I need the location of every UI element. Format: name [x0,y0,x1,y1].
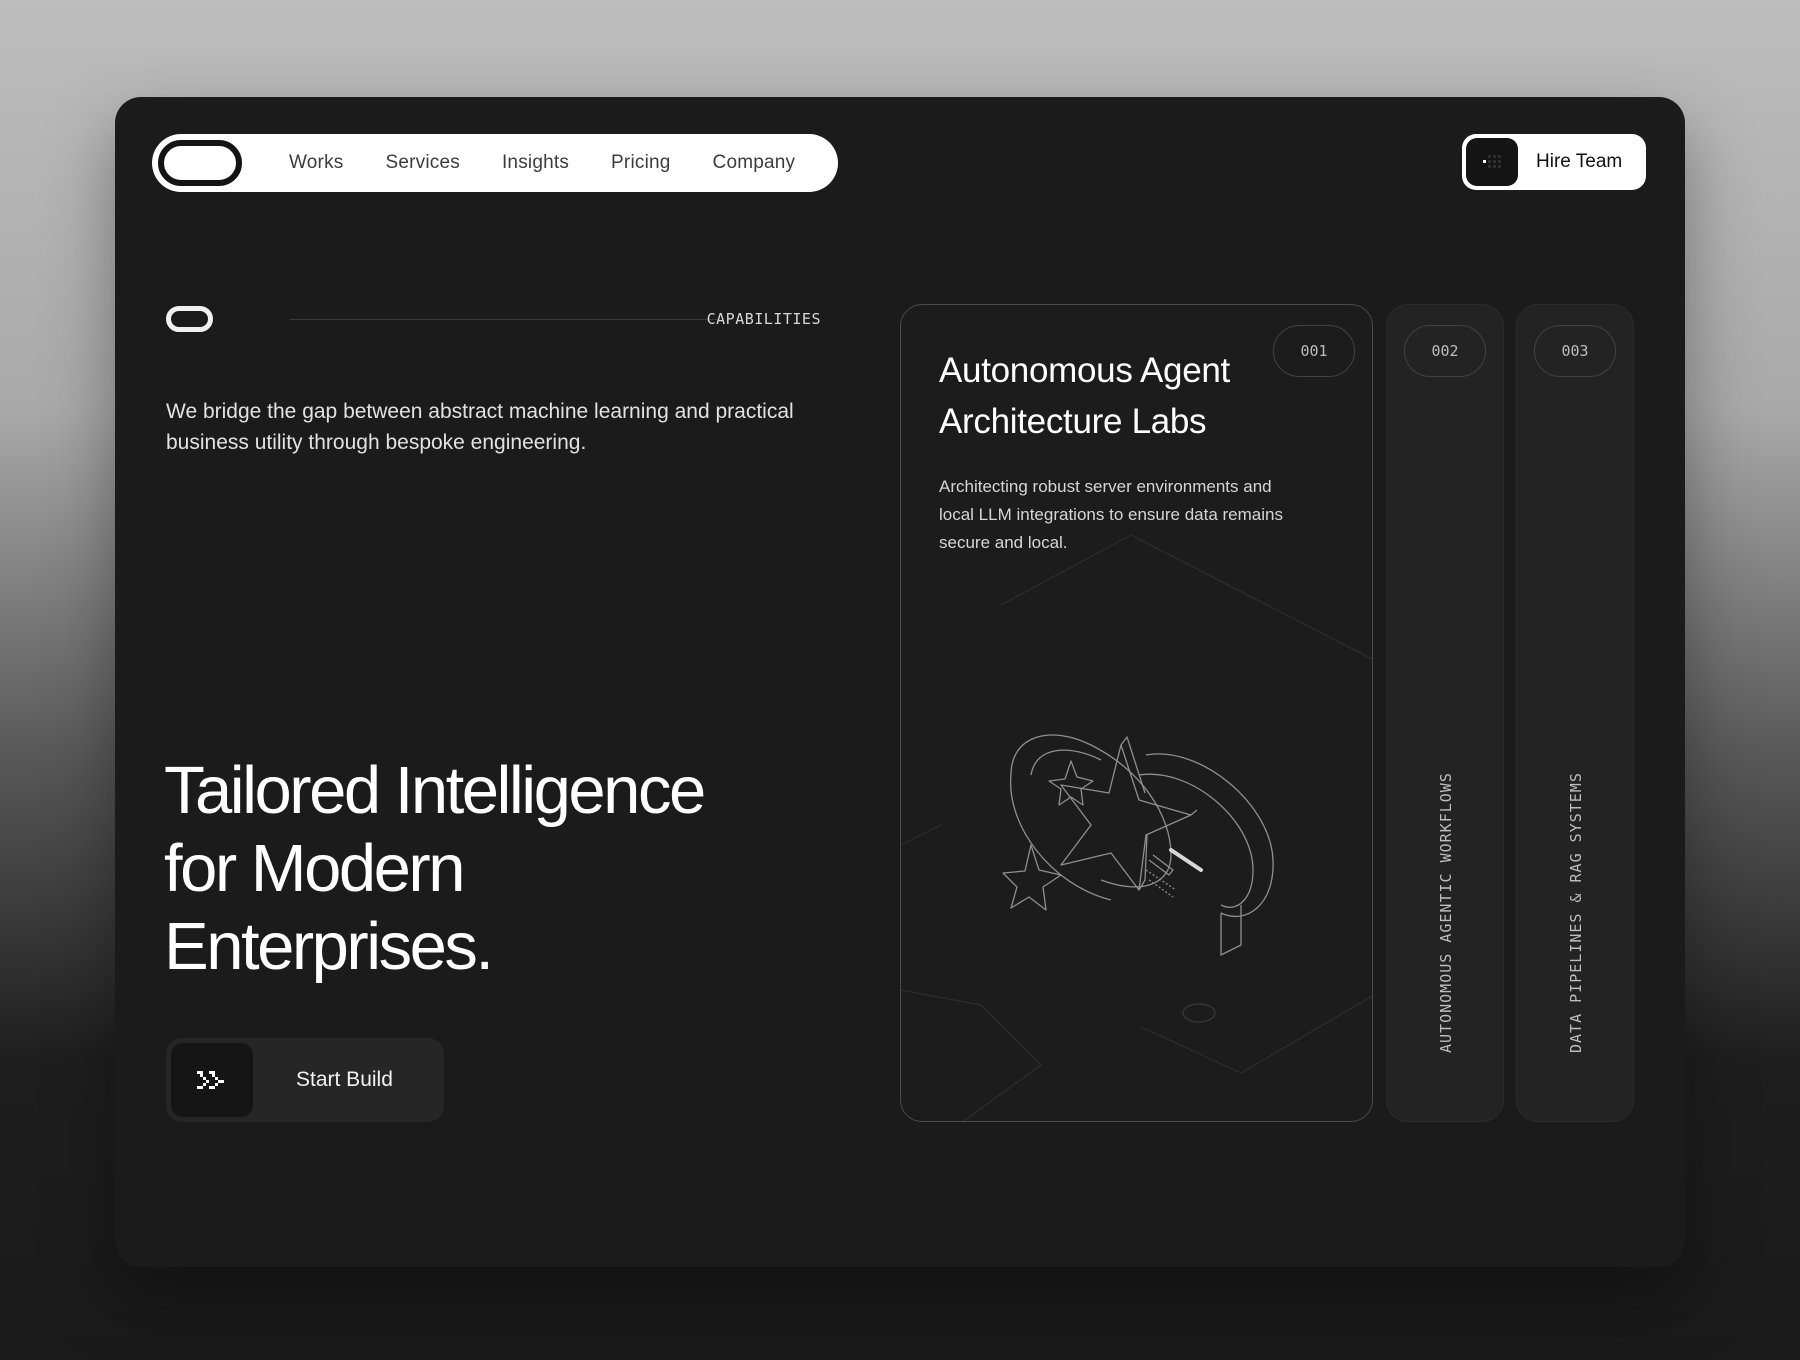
nav-link-services[interactable]: Services [385,152,459,174]
pixel-grid-icon [1466,138,1518,186]
top-nav: Works Services Insights Pricing Company [152,134,838,192]
hero-heading: Tailored Intelligence for Modern Enterpr… [164,752,804,986]
double-chevron-right-icon [171,1043,253,1117]
nav-links: Works Services Insights Pricing Company [289,134,837,192]
pill-marker-icon [166,306,213,332]
pill-logo-icon[interactable] [158,140,242,186]
capability-card-001[interactable]: 001 Autonomous Agent Architecture Labs A… [900,304,1373,1122]
intro-text: We bridge the gap between abstract machi… [166,400,794,454]
nav-link-works[interactable]: Works [289,152,343,174]
nav-link-insights[interactable]: Insights [502,152,569,174]
capability-card-003[interactable]: 003 DATA PIPELINES & RAG SYSTEMS [1516,304,1634,1122]
card-description: Architecting robust server environments … [939,477,1283,552]
section-label: CAPABILITIES [706,310,821,328]
start-build-label: Start Build [296,1068,393,1091]
hero-line: Tailored Intelligence [164,753,706,828]
card-number: 003 [1534,325,1616,377]
hire-team-label: Hire Team [1536,151,1623,172]
card-vertical-label: AUTONOMOUS AGENTIC WORKFLOWS [1437,772,1455,1053]
nav-link-company[interactable]: Company [713,152,796,174]
capability-card-002[interactable]: 002 AUTONOMOUS AGENTIC WORKFLOWS [1386,304,1504,1122]
hero-line: for Modern [164,831,465,906]
start-build-button[interactable]: Start Build [166,1038,444,1122]
card-title: Autonomous Agent Architecture Labs [939,351,1230,441]
card-number: 001 [1273,325,1355,377]
hero-line: Enterprises. [164,909,494,984]
hire-team-button[interactable]: Hire Team [1462,134,1646,190]
divider [290,319,718,320]
nav-link-pricing[interactable]: Pricing [611,152,670,174]
browser-frame: Works Services Insights Pricing Company … [115,97,1685,1267]
card-vertical-label: DATA PIPELINES & RAG SYSTEMS [1567,772,1585,1053]
card-number: 002 [1404,325,1486,377]
section-header: CAPABILITIES [166,305,821,335]
